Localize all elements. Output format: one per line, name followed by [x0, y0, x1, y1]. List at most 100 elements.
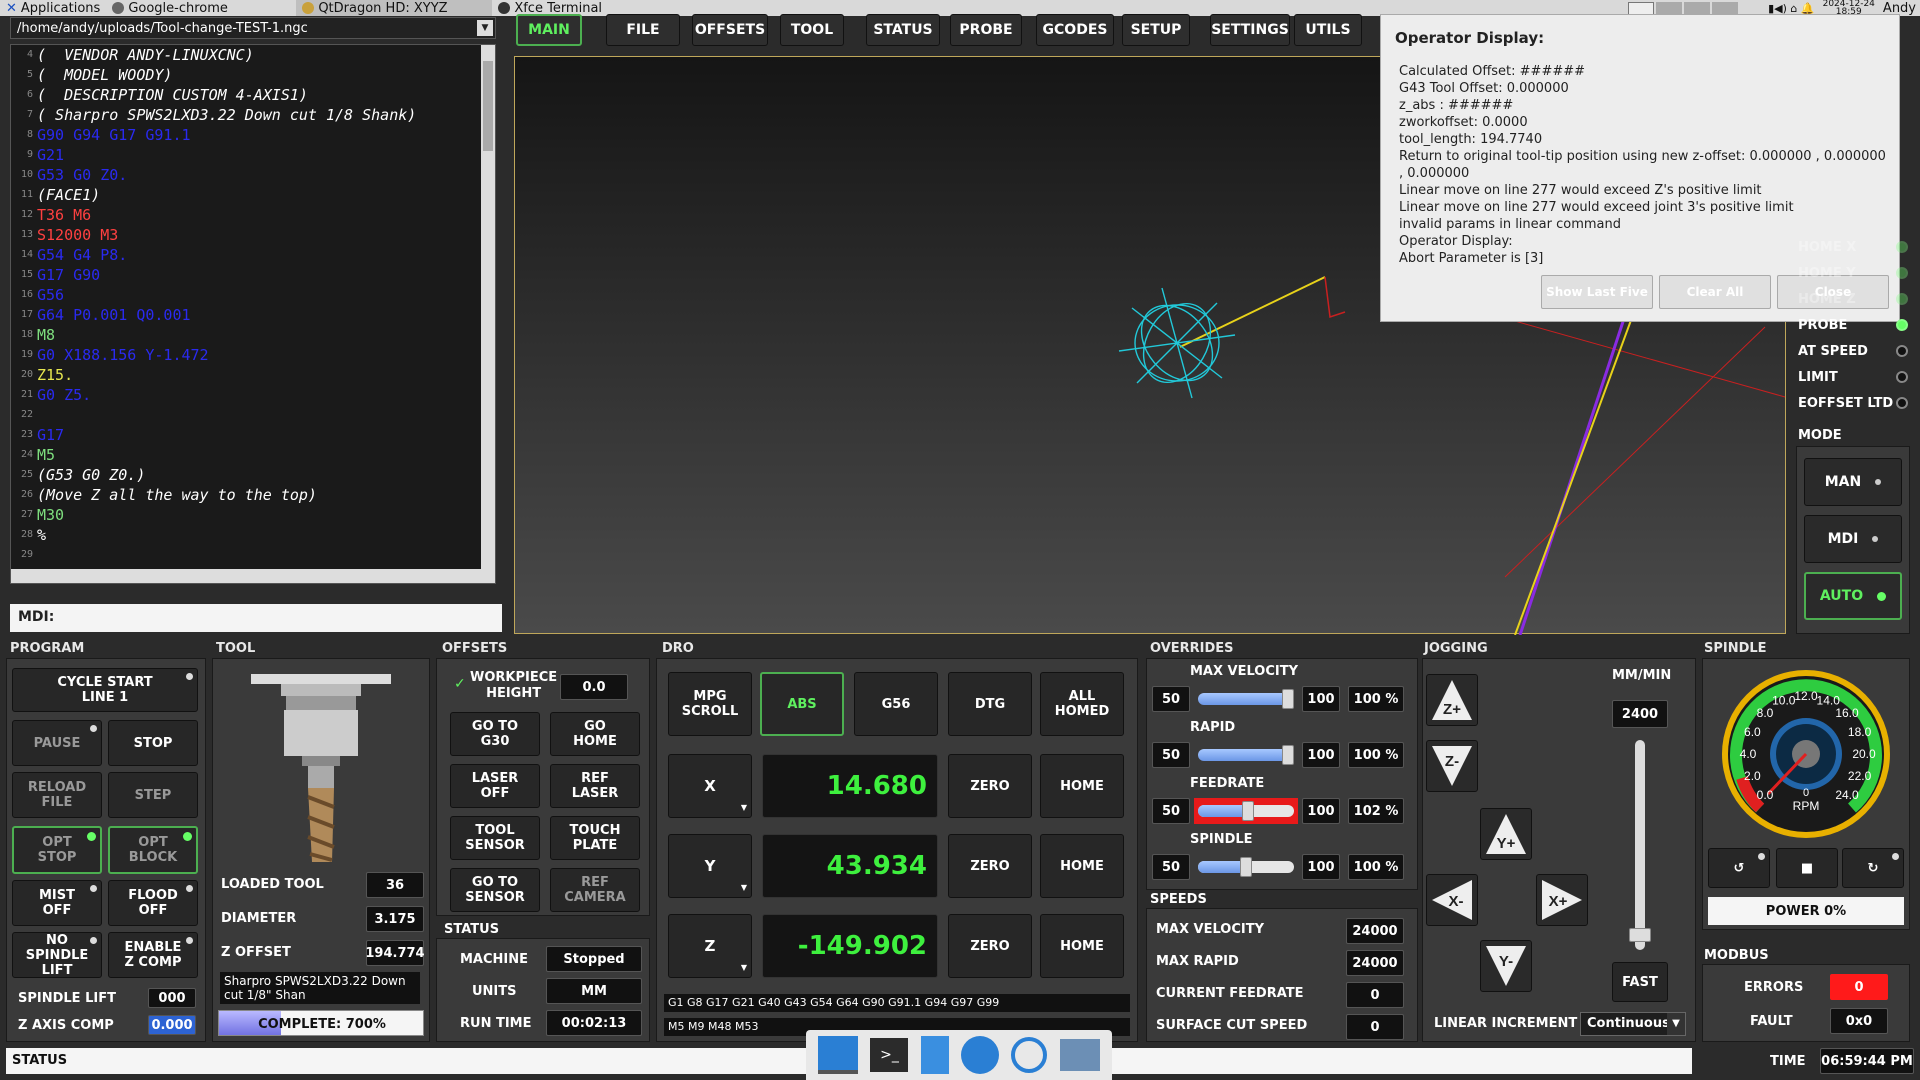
jog-rate-value[interactable]: 2400 [1612, 700, 1668, 728]
show-last-five-button[interactable]: Show Last Five [1541, 275, 1653, 309]
override-min-button[interactable]: 50 [1152, 854, 1190, 880]
horizontal-scrollbar[interactable] [11, 569, 483, 583]
code-line[interactable]: 12 T36 M6 [11, 205, 495, 225]
code-line[interactable]: 29 [11, 545, 495, 565]
reload-file-button[interactable]: RELOAD FILE [12, 772, 102, 818]
g56-button[interactable]: G56 [854, 672, 938, 736]
jog-y-minus-button[interactable]: Y- [1480, 940, 1532, 992]
offset-go-home-button[interactable]: GO HOME [550, 712, 640, 756]
vertical-scrollbar[interactable] [481, 45, 495, 583]
home-x-button[interactable]: HOME [1040, 754, 1124, 818]
tab-main[interactable]: MAIN [516, 14, 582, 46]
web-browser-icon[interactable] [961, 1036, 1000, 1074]
home-y-button[interactable]: HOME [1040, 834, 1124, 898]
offset-touch-plate-button[interactable]: TOUCH PLATE [550, 816, 640, 860]
code-line[interactable]: 7 ( Sharpro SPWS2LXD3.22 Down cut 1/8 Sha… [11, 105, 495, 125]
zero-x-button[interactable]: ZERO [948, 754, 1032, 818]
cycle-start-button[interactable]: CYCLE START LINE 1 [12, 668, 198, 712]
z-axis-comp-value[interactable]: 0.000 [148, 1015, 196, 1035]
offset-go-to-g30-button[interactable]: GO TO G30 [450, 712, 540, 756]
task-chrome[interactable]: Google-chrome [106, 0, 296, 16]
linear-increment-select[interactable]: Continuous ▼ [1580, 1012, 1686, 1036]
jog-z-minus-button[interactable]: Z- [1426, 740, 1478, 792]
slider-knob[interactable] [1282, 689, 1294, 709]
code-line[interactable]: 14 G54 G4 P8. [11, 245, 495, 265]
code-line[interactable]: 9 G21 [11, 145, 495, 165]
override-max-button[interactable]: 100 [1302, 854, 1340, 880]
tab-settings[interactable]: SETTINGS [1210, 14, 1290, 46]
zero-y-button[interactable]: ZERO [948, 834, 1032, 898]
code-line[interactable]: 25 (G53 G0 Z0.) [11, 465, 495, 485]
code-line[interactable]: 27 M30 [11, 505, 495, 525]
override-min-button[interactable]: 50 [1152, 742, 1190, 768]
offset-tool-sensor-button[interactable]: TOOL SENSOR [450, 816, 540, 860]
folder-icon[interactable] [1059, 1039, 1100, 1071]
code-line[interactable]: 22 [11, 405, 495, 425]
override-min-button[interactable]: 50 [1152, 686, 1190, 712]
desktop-icon[interactable] [818, 1036, 859, 1074]
code-line[interactable]: 19 G0 X188.156 Y-1.472 [11, 345, 495, 365]
zero-z-button[interactable]: ZERO [948, 914, 1032, 978]
search-icon[interactable] [1011, 1037, 1048, 1073]
applications-menu[interactable]: ✕ Applications [0, 0, 106, 16]
flood-button[interactable]: FLOOD OFF [108, 880, 198, 926]
jog-rate-slider[interactable] [1629, 740, 1651, 950]
code-line[interactable]: 10 G53 G0 Z0. [11, 165, 495, 185]
mode-mdi-button[interactable]: MDI [1804, 515, 1902, 563]
opt-stop-button[interactable]: OPT STOP [12, 826, 102, 874]
mode-man-button[interactable]: MAN [1804, 458, 1902, 506]
offset-ref-laser-button[interactable]: REF LASER [550, 764, 640, 808]
offset-go-to-sensor-button[interactable]: GO TO SENSOR [450, 868, 540, 912]
mdi-input[interactable]: MDI: [10, 604, 502, 632]
code-line[interactable]: 4 ( VENDOR ANDY-LINUXCNC) [11, 45, 495, 65]
pause-button[interactable]: PAUSE [12, 720, 102, 766]
code-line[interactable]: 5 ( MODEL WOODY) [11, 65, 495, 85]
step-button[interactable]: STEP [108, 772, 198, 818]
offset-ref-camera-button[interactable]: REF CAMERA [550, 868, 640, 912]
chevron-down-icon[interactable]: ▼ [477, 20, 493, 36]
clear-all-button[interactable]: Clear All [1659, 275, 1771, 309]
tray-icons[interactable]: ▮◀) ⌂ 🔔 [1768, 2, 1814, 15]
override-max-button[interactable]: 100 [1302, 798, 1340, 824]
axis-z-button[interactable]: Z ▼ [668, 914, 752, 978]
axis-y-button[interactable]: Y ▼ [668, 834, 752, 898]
jog-z-plus-button[interactable]: Z+ [1426, 674, 1478, 726]
slider-knob[interactable] [1629, 928, 1651, 943]
slider-knob[interactable] [1240, 857, 1252, 877]
workpiece-height-value[interactable]: 0.0 [560, 674, 628, 700]
fast-button[interactable]: FAST [1612, 962, 1668, 1002]
mode-auto-button[interactable]: AUTO [1804, 572, 1902, 620]
code-line[interactable]: 8 G90 G94 G17 G91.1 [11, 125, 495, 145]
tab-probe[interactable]: PROBE [950, 14, 1022, 46]
spindle-cw-button[interactable]: ↻ [1842, 848, 1904, 888]
dtg-button[interactable]: DTG [948, 672, 1032, 736]
enable-z-comp-button[interactable]: ENABLE Z COMP [108, 932, 198, 978]
code-line[interactable]: 28% [11, 525, 495, 545]
code-line[interactable]: 23 G17 [11, 425, 495, 445]
code-line[interactable]: 11 (FACE1) [11, 185, 495, 205]
axis-x-button[interactable]: X ▼ [668, 754, 752, 818]
slider-knob[interactable] [1282, 745, 1294, 765]
jog-y-plus-button[interactable]: Y+ [1480, 808, 1532, 860]
offset-laser-off-button[interactable]: LASER OFF [450, 764, 540, 808]
file-path-combo[interactable]: /home/andy/uploads/Tool-change-TEST-1.ng… [10, 17, 496, 39]
tab-status[interactable]: STATUS [866, 14, 940, 46]
code-line[interactable]: 26 (Move Z all the way to the top) [11, 485, 495, 505]
tab-file[interactable]: FILE [606, 14, 680, 46]
gcode-editor[interactable]: 4( VENDOR ANDY-LINUXCNC) 5( MODEL WOODY) 6… [10, 44, 496, 584]
code-line[interactable]: 18 M8 [11, 325, 495, 345]
override-slider[interactable] [1198, 693, 1294, 705]
scroll-thumb[interactable] [483, 61, 493, 151]
workspace-3[interactable] [1684, 1, 1711, 15]
all-homed-button[interactable]: ALL HOMED [1040, 672, 1124, 736]
abs-button[interactable]: ABS [760, 672, 844, 736]
home-z-button[interactable]: HOME [1040, 914, 1124, 978]
mist-button[interactable]: MIST OFF [12, 880, 102, 926]
file-manager-icon[interactable] [920, 1036, 949, 1074]
spindle-stop-button[interactable]: ■ [1776, 848, 1838, 888]
code-line[interactable]: 15 G17 G90 [11, 265, 495, 285]
tab-offsets[interactable]: OFFSETS [692, 14, 768, 46]
code-line[interactable]: 6 ( DESCRIPTION CUSTOM 4-AXIS1) [11, 85, 495, 105]
code-line[interactable]: 20 Z15. [11, 365, 495, 385]
jog-x-plus-button[interactable]: X+ [1536, 874, 1588, 926]
